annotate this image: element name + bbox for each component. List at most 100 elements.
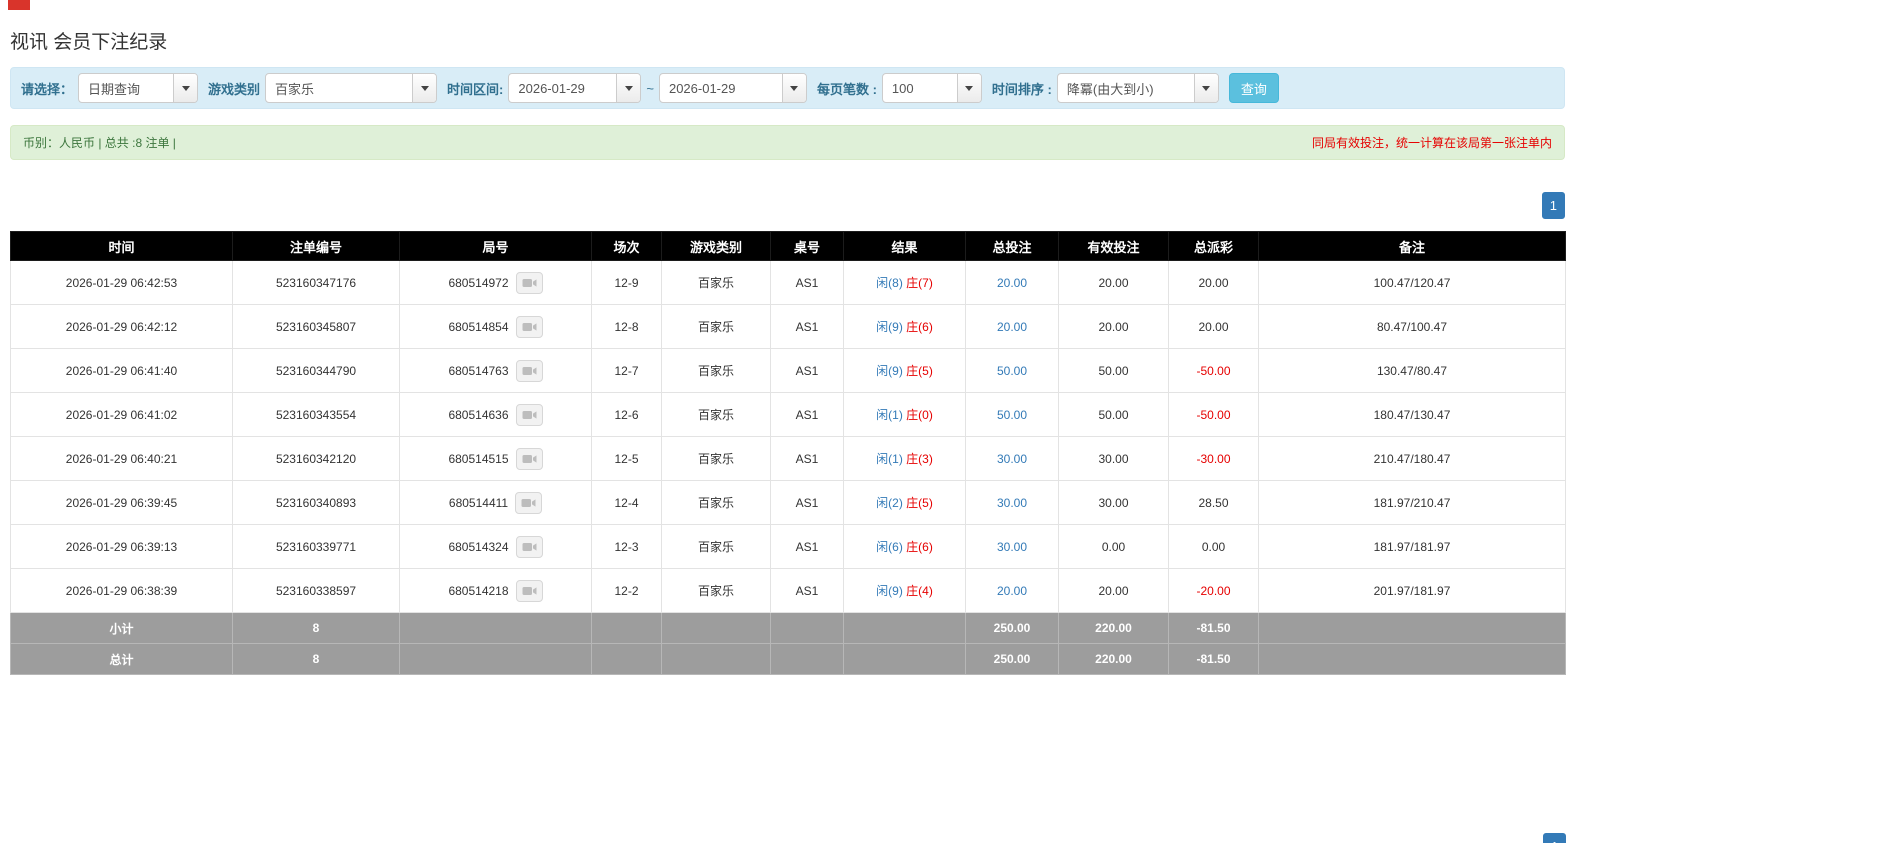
- cell-result: 闲(9) 庄(5): [843, 348, 966, 393]
- video-replay-icon[interactable]: [515, 315, 543, 338]
- cell-table-no: AS1: [770, 480, 844, 525]
- date-from-select[interactable]: 2026-01-29: [508, 73, 642, 103]
- table-body: 2026-01-29 06:42:53 523160347176 6805149…: [10, 260, 1566, 613]
- chevron-down-icon[interactable]: [412, 74, 437, 102]
- page-size-value: 100: [891, 80, 914, 96]
- cell-bet-id: 523160342120: [232, 436, 400, 481]
- cell-round-id: 680514218: [399, 568, 592, 613]
- video-replay-icon[interactable]: [515, 535, 543, 558]
- video-replay-icon[interactable]: [515, 403, 543, 426]
- cell-valid-bet: 20.00: [1058, 568, 1169, 613]
- page-1-button[interactable]: 1: [1541, 192, 1565, 219]
- game-type-select[interactable]: 百家乐: [265, 73, 438, 103]
- cell-time: 2026-01-29 06:39:13: [10, 524, 233, 569]
- date-range-label: 时间区间:: [447, 81, 504, 97]
- cell-game-type: 百家乐: [661, 480, 771, 525]
- cell-table-no: AS1: [770, 348, 844, 393]
- query-type-select[interactable]: 日期查询: [78, 73, 199, 103]
- column-header: 结果: [843, 231, 966, 261]
- table-row: 2026-01-29 06:42:12 523160345807 6805148…: [10, 304, 1566, 349]
- caret-icon: [420, 85, 429, 91]
- cell-session: 12-3: [591, 524, 662, 569]
- cell-table-no: AS1: [770, 524, 844, 569]
- cell-payout: 20.00: [1168, 260, 1259, 305]
- cell-round-id: 680514515: [399, 436, 592, 481]
- cell-session: 12-7: [591, 348, 662, 393]
- video-replay-icon[interactable]: [515, 491, 543, 514]
- game-type-value: 百家乐: [275, 81, 315, 97]
- date-from-value: 2026-01-29: [518, 80, 585, 96]
- total-count: 8: [232, 643, 400, 675]
- total-bet-link[interactable]: 50.00: [997, 408, 1027, 422]
- cell-result: 闲(8) 庄(7): [843, 260, 966, 305]
- page-size-select[interactable]: 100: [881, 73, 982, 103]
- chevron-down-icon[interactable]: [956, 74, 981, 102]
- chevron-down-icon[interactable]: [1193, 74, 1218, 102]
- date-to-select[interactable]: 2026-01-29: [658, 73, 807, 103]
- cell-payout: 0.00: [1168, 524, 1259, 569]
- column-header: 总投注: [965, 231, 1059, 261]
- currency-total-summary: 币别：人民币 | 总共 :8 注单 |: [23, 136, 176, 150]
- same-round-note: 同局有效投注，统一计算在该局第一张注单内: [1311, 136, 1552, 150]
- cell-total-bet: 20.00: [965, 304, 1059, 349]
- cell-round-id: 680514324: [399, 524, 592, 569]
- cell-result: 闲(1) 庄(3): [843, 436, 966, 481]
- cell-valid-bet: 50.00: [1058, 392, 1169, 437]
- column-header: 时间: [10, 231, 233, 261]
- time-sort-label: 时间排序 :: [991, 81, 1052, 97]
- cell-payout: -50.00: [1168, 348, 1259, 393]
- query-type-label: 请选择：: [21, 81, 74, 97]
- cell-payout: 28.50: [1168, 480, 1259, 525]
- cell-session: 12-6: [591, 392, 662, 437]
- date-to-value: 2026-01-29: [668, 80, 736, 96]
- cell-round-id: 680514411: [399, 480, 592, 525]
- total-bet-link[interactable]: 30.00: [997, 496, 1027, 510]
- total-bet-link[interactable]: 50.00: [997, 364, 1027, 378]
- cell-game-type: 百家乐: [661, 348, 771, 393]
- cell-round-id: 680514636: [399, 392, 592, 437]
- cell-valid-bet: 30.00: [1058, 436, 1169, 481]
- cell-remark: 201.97/181.97: [1258, 568, 1566, 613]
- total-bet-link[interactable]: 30.00: [997, 540, 1027, 554]
- chevron-down-icon[interactable]: [781, 74, 806, 102]
- table-row: 2026-01-29 06:41:02 523160343554 6805146…: [10, 392, 1566, 437]
- cell-payout: 20.00: [1168, 304, 1259, 349]
- total-bet-link[interactable]: 20.00: [997, 320, 1027, 334]
- cell-payout: -30.00: [1168, 436, 1259, 481]
- cell-time: 2026-01-29 06:41:02: [10, 392, 233, 437]
- cell-remark: 130.47/80.47: [1258, 348, 1566, 393]
- cell-table-no: AS1: [770, 260, 844, 305]
- total-bet-link[interactable]: 20.00: [997, 276, 1027, 290]
- video-replay-icon[interactable]: [515, 271, 543, 294]
- video-replay-icon[interactable]: [515, 447, 543, 470]
- cell-bet-id: 523160338597: [232, 568, 400, 613]
- time-sort-select[interactable]: 降冪(由大到小): [1056, 73, 1219, 103]
- table-row: 2026-01-29 06:42:53 523160347176 6805149…: [10, 260, 1566, 305]
- total-bet-link[interactable]: 30.00: [997, 452, 1027, 466]
- page-1-button-bottom[interactable]: 1: [1543, 833, 1567, 843]
- cell-result: 闲(1) 庄(0): [843, 392, 966, 437]
- cell-round-id: 680514972: [399, 260, 592, 305]
- game-type-label: 游戏类别: [208, 81, 261, 97]
- cell-bet-id: 523160339771: [232, 524, 400, 569]
- cell-valid-bet: 0.00: [1058, 524, 1169, 569]
- cell-result: 闲(9) 庄(6): [843, 304, 966, 349]
- cell-payout: -20.00: [1168, 568, 1259, 613]
- total-payout: -81.50: [1168, 643, 1259, 675]
- chevron-down-icon[interactable]: [616, 74, 641, 102]
- cell-bet-id: 523160340893: [232, 480, 400, 525]
- subtotal-label: 小计: [10, 612, 233, 644]
- bet-records-table: 时间 注单编号 局号 场次 游戏类别 桌号 结果 总投注 有效投注 总派彩 备注 2026-01-2…: [10, 231, 1566, 675]
- cell-payout: -50.00: [1168, 392, 1259, 437]
- video-replay-icon[interactable]: [515, 579, 543, 602]
- total-total-bet: 250.00: [965, 643, 1059, 675]
- table-row: 2026-01-29 06:38:39 523160338597 6805142…: [10, 568, 1566, 613]
- cell-round-id: 680514854: [399, 304, 592, 349]
- total-bet-link[interactable]: 20.00: [997, 584, 1027, 598]
- video-replay-icon[interactable]: [515, 359, 543, 382]
- cell-valid-bet: 30.00: [1058, 480, 1169, 525]
- search-button[interactable]: 查询: [1228, 73, 1279, 103]
- cell-valid-bet: 20.00: [1058, 260, 1169, 305]
- page-title: 视讯 会员下注纪录: [10, 32, 168, 53]
- chevron-down-icon[interactable]: [173, 74, 198, 102]
